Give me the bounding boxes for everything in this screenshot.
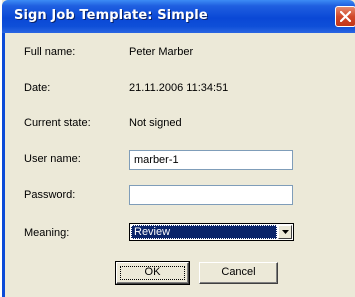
meaning-dropdown-button[interactable]	[278, 225, 292, 239]
meaning-label: Meaning:	[24, 227, 70, 239]
date-label: Date:	[24, 82, 51, 94]
cancel-button[interactable]: Cancel	[199, 262, 278, 284]
full-name-value: Peter Marber	[129, 46, 194, 58]
meaning-selected-value: Review	[131, 225, 277, 239]
title-bar[interactable]: Sign Job Template: Simple	[2, 0, 355, 33]
current-state-label: Current state:	[24, 117, 91, 129]
current-state-value: Not signed	[129, 117, 182, 129]
close-button[interactable]	[335, 6, 355, 27]
dialog-body: Full name: Peter Marber Date: 21.11.2006…	[2, 33, 355, 297]
sign-dialog: Sign Job Template: Simple Full name: Pet…	[2, 0, 355, 297]
meaning-select[interactable]: Review	[129, 223, 294, 241]
password-input[interactable]	[129, 185, 293, 205]
user-name-label: User name:	[24, 153, 81, 165]
date-value: 21.11.2006 11:34:51	[129, 82, 229, 94]
focus-rectangle	[120, 266, 185, 280]
ok-button[interactable]: OK	[115, 261, 190, 285]
cancel-button-label: Cancel	[221, 266, 256, 278]
window-title: Sign Job Template: Simple	[14, 8, 208, 23]
full-name-label: Full name:	[24, 46, 76, 58]
user-name-input[interactable]: marber-1	[129, 150, 293, 170]
password-label: Password:	[24, 189, 76, 201]
